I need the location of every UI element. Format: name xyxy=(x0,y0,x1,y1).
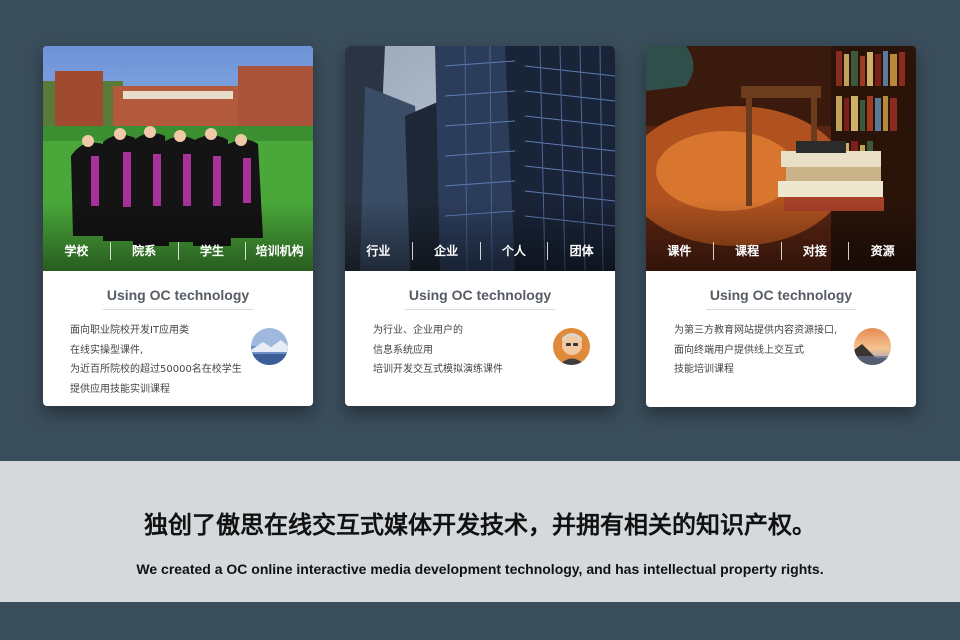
category-item[interactable]: 培训机构 xyxy=(245,242,313,260)
description-line: 在线实操型课件, xyxy=(70,344,144,356)
card-enterprise[interactable]: 行业 企业 个人 团体 Using OC technology 为行业、企业用户… xyxy=(345,46,615,406)
card-title: Using OC technology xyxy=(709,287,853,303)
description-line: 提供应用技能实训课程 xyxy=(70,383,170,395)
card-title: Using OC technology xyxy=(408,287,552,303)
description-line: 面向终端用户提供线上交互式 xyxy=(674,344,804,356)
sunset-avatar xyxy=(854,328,891,365)
category-item[interactable]: 院系 xyxy=(109,242,178,260)
person-avatar xyxy=(553,328,590,365)
graduation-photo: 学校 院系 学生 培训机构 xyxy=(43,46,313,271)
description-line: 面向职业院校开发IT应用类 xyxy=(70,325,190,336)
category-item[interactable]: 学生 xyxy=(177,242,246,260)
library-photo-icon xyxy=(646,46,916,271)
card-title: Using OC technology xyxy=(106,287,250,303)
category-bar: 行业 企业 个人 团体 xyxy=(345,241,615,261)
category-item[interactable]: 个人 xyxy=(479,242,548,260)
category-item[interactable]: 课件 xyxy=(646,242,713,260)
description-line: 为行业、企业用户的 xyxy=(373,325,463,336)
card-school[interactable]: 学校 院系 学生 培训机构 Using OC technology 面向职业院校… xyxy=(43,46,313,406)
landscape-avatar xyxy=(251,328,288,365)
graduation-photo-icon xyxy=(43,46,313,271)
slogan-chinese: 独创了傲思在线交互式媒体开发技术，并拥有相关的知识产权。 xyxy=(144,511,816,539)
description-line: 培训开发交互式模拟演练课件 xyxy=(373,364,503,375)
card-description: 面向职业院校开发IT应用类 在线实操型课件, 为近百所院校的超过50000名在校… xyxy=(70,321,260,399)
description-line: 信息系统应用 xyxy=(373,344,433,356)
card-description: 为第三方教育网站提供内容资源接口, 面向终端用户提供线上交互式 技能培训课程 xyxy=(674,321,864,380)
category-item[interactable]: 学校 xyxy=(43,242,110,260)
title-divider xyxy=(103,309,253,310)
category-item[interactable]: 行业 xyxy=(345,242,412,260)
person-avatar-icon xyxy=(553,328,590,365)
category-bar: 课件 课程 对接 资源 xyxy=(646,241,916,261)
title-divider xyxy=(405,309,555,310)
skyscraper-photo-icon xyxy=(345,46,615,271)
title-divider xyxy=(706,309,856,310)
category-item[interactable]: 团体 xyxy=(547,242,615,260)
category-bar: 学校 院系 学生 培训机构 xyxy=(43,241,313,261)
category-item[interactable]: 资源 xyxy=(848,242,916,260)
category-item[interactable]: 企业 xyxy=(411,242,480,260)
library-photo: 课件 课程 对接 资源 xyxy=(646,46,916,271)
slogan-english: We created a OC online interactive media… xyxy=(136,561,824,577)
description-line: 为近百所院校的超过50000名在校学生 xyxy=(70,364,242,375)
landscape-avatar-icon xyxy=(251,328,288,365)
description-line: 技能培训课程 xyxy=(674,364,734,375)
slogan-band: 独创了傲思在线交互式媒体开发技术，并拥有相关的知识产权。 We created … xyxy=(0,461,960,602)
card-description: 为行业、企业用户的 信息系统应用 培训开发交互式模拟演练课件 xyxy=(373,321,563,380)
description-line: 为第三方教育网站提供内容资源接口, xyxy=(674,325,838,336)
category-item[interactable]: 课程 xyxy=(712,242,781,260)
card-resources[interactable]: 课件 课程 对接 资源 Using OC technology 为第三方教育网站… xyxy=(646,46,916,407)
skyscraper-photo: 行业 企业 个人 团体 xyxy=(345,46,615,271)
sunset-avatar-icon xyxy=(854,328,891,365)
category-item[interactable]: 对接 xyxy=(780,242,849,260)
card-row: 学校 院系 学生 培训机构 Using OC technology 面向职业院校… xyxy=(0,0,960,460)
